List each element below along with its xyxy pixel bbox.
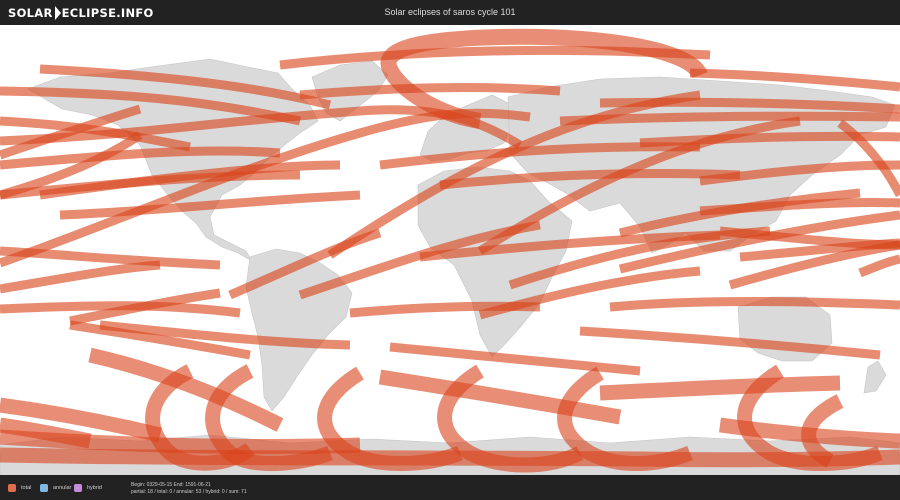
map-svg [0,28,900,475]
world-map [0,25,900,475]
eclipse-path [559,111,900,126]
africa [417,166,573,358]
eclipse-path [599,375,841,401]
stats-counts: partial: 18 / total: 0 / annular: 53 / h… [131,489,247,495]
eclipse-path [0,260,161,294]
new-zealand [863,360,887,394]
eclipse-path [858,254,900,278]
legend-hybrid-swatch [74,484,82,492]
legend-total-label: total [21,485,32,491]
legend-annular-label: annular [53,485,72,491]
footer-bar: total annular hybrid Begin: 0329-05-15 E… [0,475,900,500]
legend-total-swatch [8,484,16,492]
page-title: Solar eclipses of saros cycle 101 [384,7,516,17]
legend-annular: annular [40,484,71,492]
eclipse-path [389,342,641,376]
saros-stats: Begin: 0329-05-15 End: 1591-06-21 partia… [131,482,247,496]
legend-hybrid: hybrid [74,484,102,492]
eclipse-path [579,326,881,360]
legend-hybrid-label: hybrid [87,485,102,491]
stats-dates: Begin: 0329-05-15 End: 1591-06-21 [131,482,211,488]
legend-annular-swatch [40,484,48,492]
eclipse-path [0,447,900,468]
header-bar: SOLAR ECLIPSE.INFO Solar eclipses of sar… [0,0,900,25]
eclipse-path [0,246,221,270]
legend-total: total [8,484,31,492]
